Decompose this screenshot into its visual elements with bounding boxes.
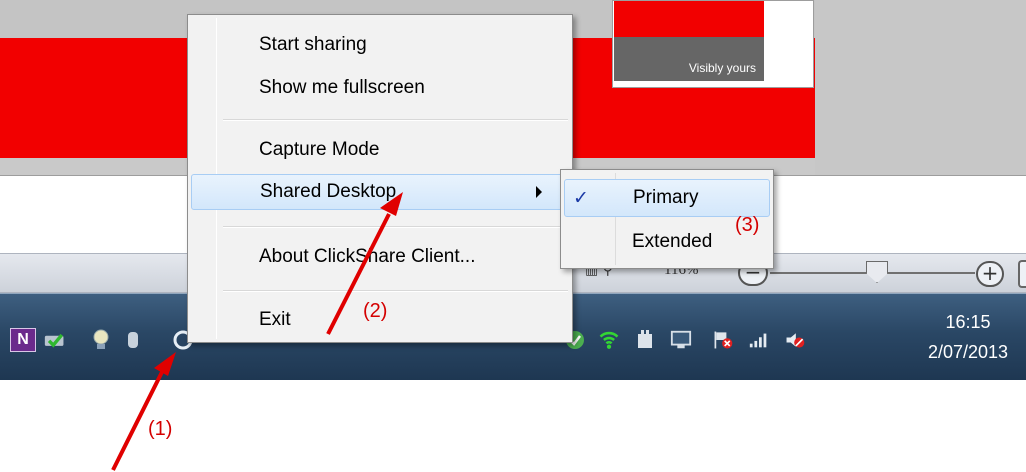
annotation-step-2: (2) [363,300,388,322]
annotation-arrows [111,192,403,471]
annotation-step-3: (3) [735,214,760,236]
annotation-step-1: (1) [148,418,173,440]
arrow-step-1 [111,352,176,471]
